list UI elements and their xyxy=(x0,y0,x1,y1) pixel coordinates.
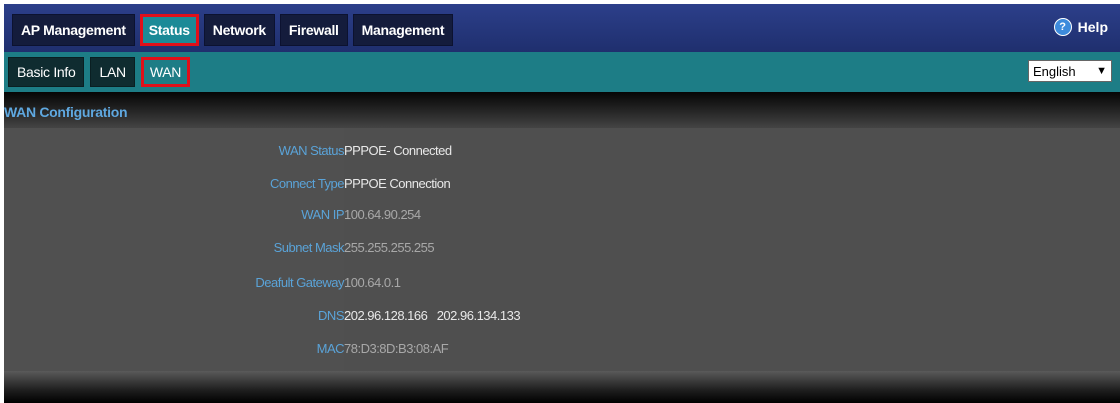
help-label: Help xyxy=(1077,19,1108,35)
chevron-down-icon: ▼ xyxy=(1096,65,1107,77)
mac-value: 78:D3:8D:B3:08:AF xyxy=(344,340,449,356)
connect-type-value: PPPOE Connection xyxy=(344,175,451,191)
row-connect-type: Connect Type PPPOE Connection xyxy=(4,173,1120,193)
wan-ip-value: 100.64.90.254 xyxy=(344,206,421,222)
tab-status[interactable]: Status xyxy=(139,14,199,46)
tab-management[interactable]: Management xyxy=(352,14,454,46)
main-nav-bar: AP Management Status Network Firewall Ma… xyxy=(4,4,1120,52)
main-tabs: AP Management Status Network Firewall Ma… xyxy=(12,14,454,48)
wan-info-panel: WAN Status PPPOE- Connected Connect Type… xyxy=(4,128,1120,371)
subtab-lan[interactable]: LAN xyxy=(90,57,135,87)
tab-firewall[interactable]: Firewall xyxy=(279,14,348,46)
language-select[interactable]: English ▼ xyxy=(1028,60,1112,82)
wan-ip-label: WAN IP xyxy=(301,206,344,222)
row-subnet-mask: Subnet Mask 255.255.255.255 xyxy=(4,237,1120,257)
sub-tabs: Basic Info LAN WAN xyxy=(8,57,191,87)
tab-network[interactable]: Network xyxy=(203,14,275,46)
connect-type-label: Connect Type xyxy=(270,175,344,191)
row-default-gateway: Deafult Gateway 100.64.0.1 xyxy=(4,272,1120,292)
subtab-basic-info[interactable]: Basic Info xyxy=(8,57,85,87)
help-link[interactable]: ? Help xyxy=(1053,18,1108,36)
footer-band xyxy=(4,371,1120,403)
row-mac: MAC 78:D3:8D:B3:08:AF xyxy=(4,338,1120,358)
default-gateway-label: Deafult Gateway xyxy=(255,274,344,290)
section-title: WAN Configuration xyxy=(4,104,128,120)
dns-value: 202.96.128.166 202.96.134.133 xyxy=(344,307,521,323)
sub-nav-bar: Basic Info LAN WAN English ▼ xyxy=(4,52,1120,92)
default-gateway-value: 100.64.0.1 xyxy=(344,274,401,290)
row-wan-status: WAN Status PPPOE- Connected xyxy=(4,140,1120,160)
row-wan-ip: WAN IP 100.64.90.254 xyxy=(4,204,1120,224)
wan-status-label: WAN Status xyxy=(278,142,345,158)
tab-ap-management[interactable]: AP Management xyxy=(12,14,135,46)
help-icon: ? xyxy=(1053,18,1072,36)
language-value: English xyxy=(1033,63,1076,79)
subtab-wan[interactable]: WAN xyxy=(140,57,191,87)
subnet-mask-value: 255.255.255.255 xyxy=(344,239,435,255)
subnet-mask-label: Subnet Mask xyxy=(273,239,345,255)
row-dns: DNS 202.96.128.166 202.96.134.133 xyxy=(4,305,1120,325)
wan-status-value: PPPOE- Connected xyxy=(344,142,452,158)
section-header-band xyxy=(4,92,1120,128)
mac-label: MAC xyxy=(316,340,345,356)
dns-label: DNS xyxy=(318,307,344,323)
